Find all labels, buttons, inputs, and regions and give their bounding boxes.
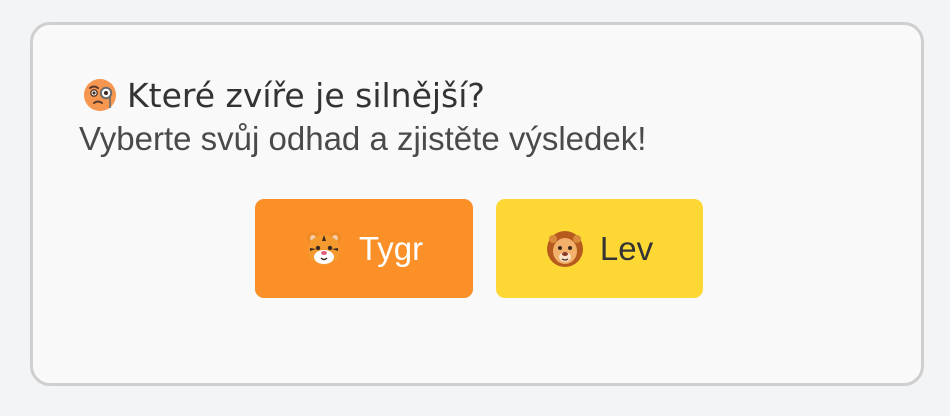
lion-button-label: Lev [599,229,654,267]
question-line: Které zvíře je silnější? [83,75,485,117]
lion-face-icon [546,230,584,268]
tiger-face-icon [305,230,343,268]
lion-button[interactable]: Lev [496,199,703,298]
question-text: Které zvíře je silnější? [127,76,485,115]
quiz-card: Které zvíře je silnější? Vyberte svůj od… [30,22,924,386]
tiger-button[interactable]: Tygr [255,199,473,298]
answer-buttons: Tygr Lev [255,199,703,298]
subtitle-text: Vyberte svůj odhad a zjistěte výsledek! [79,120,647,157]
tiger-button-label: Tygr [358,229,424,267]
face-with-monocle-icon [83,78,117,112]
